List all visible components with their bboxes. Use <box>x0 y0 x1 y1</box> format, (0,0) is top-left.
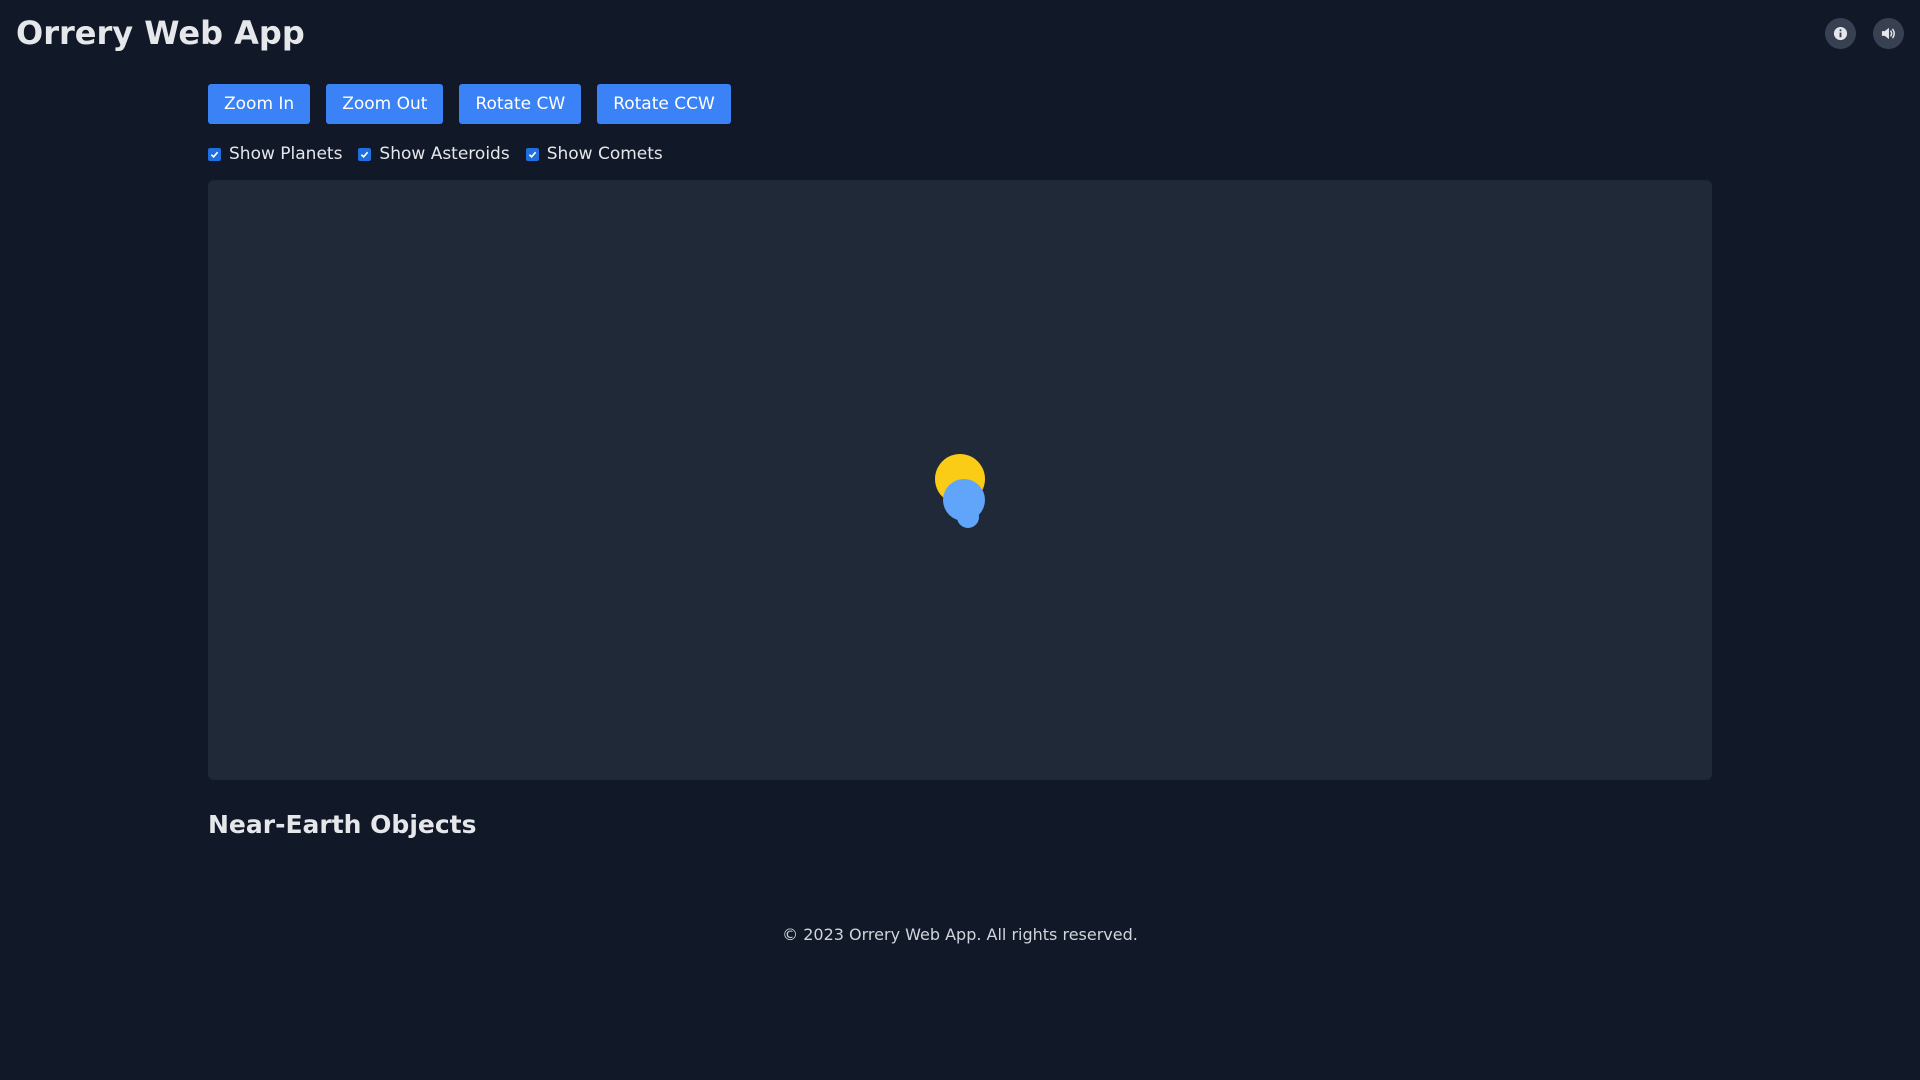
checkmark-icon <box>528 151 536 158</box>
show-asteroids-label: Show Asteroids <box>379 144 510 164</box>
zoom-out-button[interactable]: Zoom Out <box>326 84 444 124</box>
near-earth-objects-heading: Near-Earth Objects <box>208 810 477 839</box>
toggle-show-comets[interactable]: Show Comets <box>525 144 663 164</box>
info-icon <box>1833 26 1848 41</box>
rotate-ccw-button[interactable]: Rotate CCW <box>597 84 731 124</box>
rotate-cw-button[interactable]: Rotate CW <box>459 84 582 124</box>
show-comets-label: Show Comets <box>546 144 663 164</box>
show-comets-checkbox[interactable] <box>525 147 539 161</box>
zoom-in-button[interactable]: Zoom In <box>208 84 311 124</box>
info-button[interactable] <box>1825 18 1856 49</box>
show-asteroids-checkbox[interactable] <box>358 147 372 161</box>
show-planets-label: Show Planets <box>229 144 343 164</box>
orrery-canvas[interactable] <box>208 180 1712 780</box>
main-container: Zoom In Zoom Out Rotate CW Rotate CCW Sh… <box>208 84 1712 839</box>
app-root: Orrery Web App Zoom In Zoom Out Rotate C… <box>0 0 1920 1080</box>
visibility-toggles: Show Planets Show Asteroids Show Comets <box>208 143 1712 165</box>
checkmark-icon <box>361 151 369 158</box>
toggle-show-planets[interactable]: Show Planets <box>208 144 342 164</box>
app-title: Orrery Web App <box>16 14 305 52</box>
control-bar: Zoom In Zoom Out Rotate CW Rotate CCW <box>208 84 1712 124</box>
orrery-scene <box>935 454 985 528</box>
footer-copyright: © 2023 Orrery Web App. All rights reserv… <box>782 925 1138 944</box>
header-actions <box>1825 18 1904 49</box>
show-planets-checkbox[interactable] <box>208 147 221 161</box>
moon[interactable] <box>957 506 979 528</box>
toggle-show-asteroids[interactable]: Show Asteroids <box>358 144 510 164</box>
checkmark-icon <box>210 151 219 158</box>
sound-button[interactable] <box>1873 18 1904 49</box>
speaker-icon <box>1881 27 1895 40</box>
